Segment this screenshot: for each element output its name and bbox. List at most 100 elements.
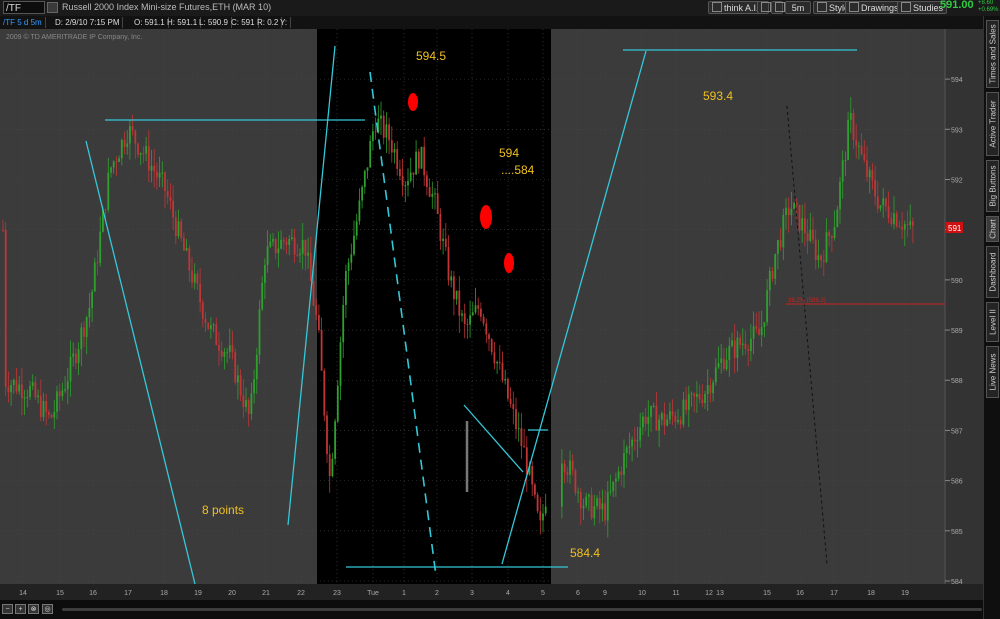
candle-body [723,358,725,369]
candle-body [582,505,585,509]
tab-active-trader[interactable]: Active Trader [986,92,999,156]
tab-live-news[interactable]: Live News [986,346,999,398]
candle-body [782,214,785,248]
think-ai-button[interactable]: think A.I. [708,1,763,14]
candle-body [579,492,582,509]
candle-body [733,340,736,358]
candle-body [147,146,150,171]
annotation-594-5: 594.5 [416,49,446,63]
candle-body [577,492,579,494]
y-tick-label: 589 [951,328,963,335]
candle-body [80,327,83,350]
symbol-range-label[interactable]: /TF 5 d 5m [0,17,46,28]
tab-dashboard[interactable]: Dashboard [986,246,999,298]
candle-body [509,398,512,404]
candle-body [388,124,390,141]
draw-tool2-button[interactable] [771,1,785,14]
candle-body [131,126,134,131]
draw-tool-button[interactable] [757,1,771,14]
candle-body [439,213,442,241]
candle-body [164,172,166,192]
candle-body [266,246,269,265]
interval-button[interactable]: 5m [785,1,811,14]
candle-body [563,463,566,473]
chart-scroll-track[interactable] [62,608,982,611]
candle-body [539,511,542,521]
drawings-button[interactable]: Drawings [845,1,903,14]
price-chart[interactable]: 584585586587588589590591592593594 141516… [0,29,983,613]
candle-body [623,453,625,475]
candle-body [358,200,361,222]
y-readout: Y: [277,17,292,28]
candle-body [210,325,212,329]
link-icon[interactable] [47,2,58,13]
symbol-input[interactable]: /TF [3,1,45,14]
candle-body [417,151,420,169]
candle-body [99,231,102,263]
candle-body [112,161,115,168]
tab-big-buttons[interactable]: Big Buttons [986,160,999,212]
candle-body [396,149,399,169]
candle-body [393,149,396,153]
candle-body [201,302,204,319]
candle-body [156,171,158,178]
ohlc-infobar: /TF 5 d 5m D: 2/9/10 7:15 PM O: 591.1 H:… [0,16,1000,29]
candle-body [493,352,496,364]
x-tick-label: 21 [262,590,270,597]
candle-body [485,323,488,335]
candle-body [650,406,652,417]
candle-body [747,348,750,352]
x-tick-label: 10 [638,590,646,597]
candle-body [172,200,174,218]
right-panel-tabs: Times and Sales Active Trader Big Button… [983,16,1000,619]
candle-body [77,349,80,363]
candle-body [704,394,706,403]
candle-body [291,237,293,240]
tab-times-and-sales[interactable]: Times and Sales [986,20,999,88]
candle-body [609,491,612,493]
candle-body [860,145,863,155]
candle-body [901,226,903,230]
candle-body [774,253,777,279]
x-tick-label: 20 [228,590,236,597]
tab-chart[interactable]: Chart [986,216,999,242]
candle-body [755,326,758,329]
tab-level-ii[interactable]: Level II [986,302,999,342]
candle-body [898,226,901,228]
candle-body [48,412,50,415]
red-marker-3 [504,253,514,273]
candle-body [885,198,887,207]
candle-body [447,247,450,281]
candle-body [720,358,723,363]
candle-body [615,478,617,482]
bottom-scrollbar: − + ⊗ ◎ [0,600,983,619]
zoom-reset-icon[interactable]: ⊗ [28,604,39,614]
candle-body [488,334,490,340]
candle-body [426,175,428,188]
magnifier-icon[interactable]: ◎ [42,604,53,614]
candle-body [223,352,226,357]
x-tick-label: 3 [470,590,474,597]
current-price-label: 591 [948,224,962,233]
candle-body [777,240,779,254]
zoom-out-icon[interactable]: − [2,604,13,614]
candle-body [280,239,282,249]
candle-body [498,361,501,363]
candle-body [29,385,31,397]
candle-body [693,393,696,397]
annotation-594: 594 [499,146,519,160]
candle-body [463,313,466,324]
candle-body [247,400,250,415]
candle-body [779,240,782,248]
top-toolbar: /TF Russell 2000 Index Mini-size Futures… [0,0,1000,17]
candle-body [477,305,480,309]
candle-body [61,390,64,397]
candle-body [625,447,628,454]
zoom-in-icon[interactable]: + [15,604,26,614]
candle-body [50,414,53,418]
drawings-icon [849,2,859,12]
candle-body [787,207,790,216]
candle-body [758,328,760,336]
x-tick-label: 16 [89,590,97,597]
candle-body [677,419,679,422]
